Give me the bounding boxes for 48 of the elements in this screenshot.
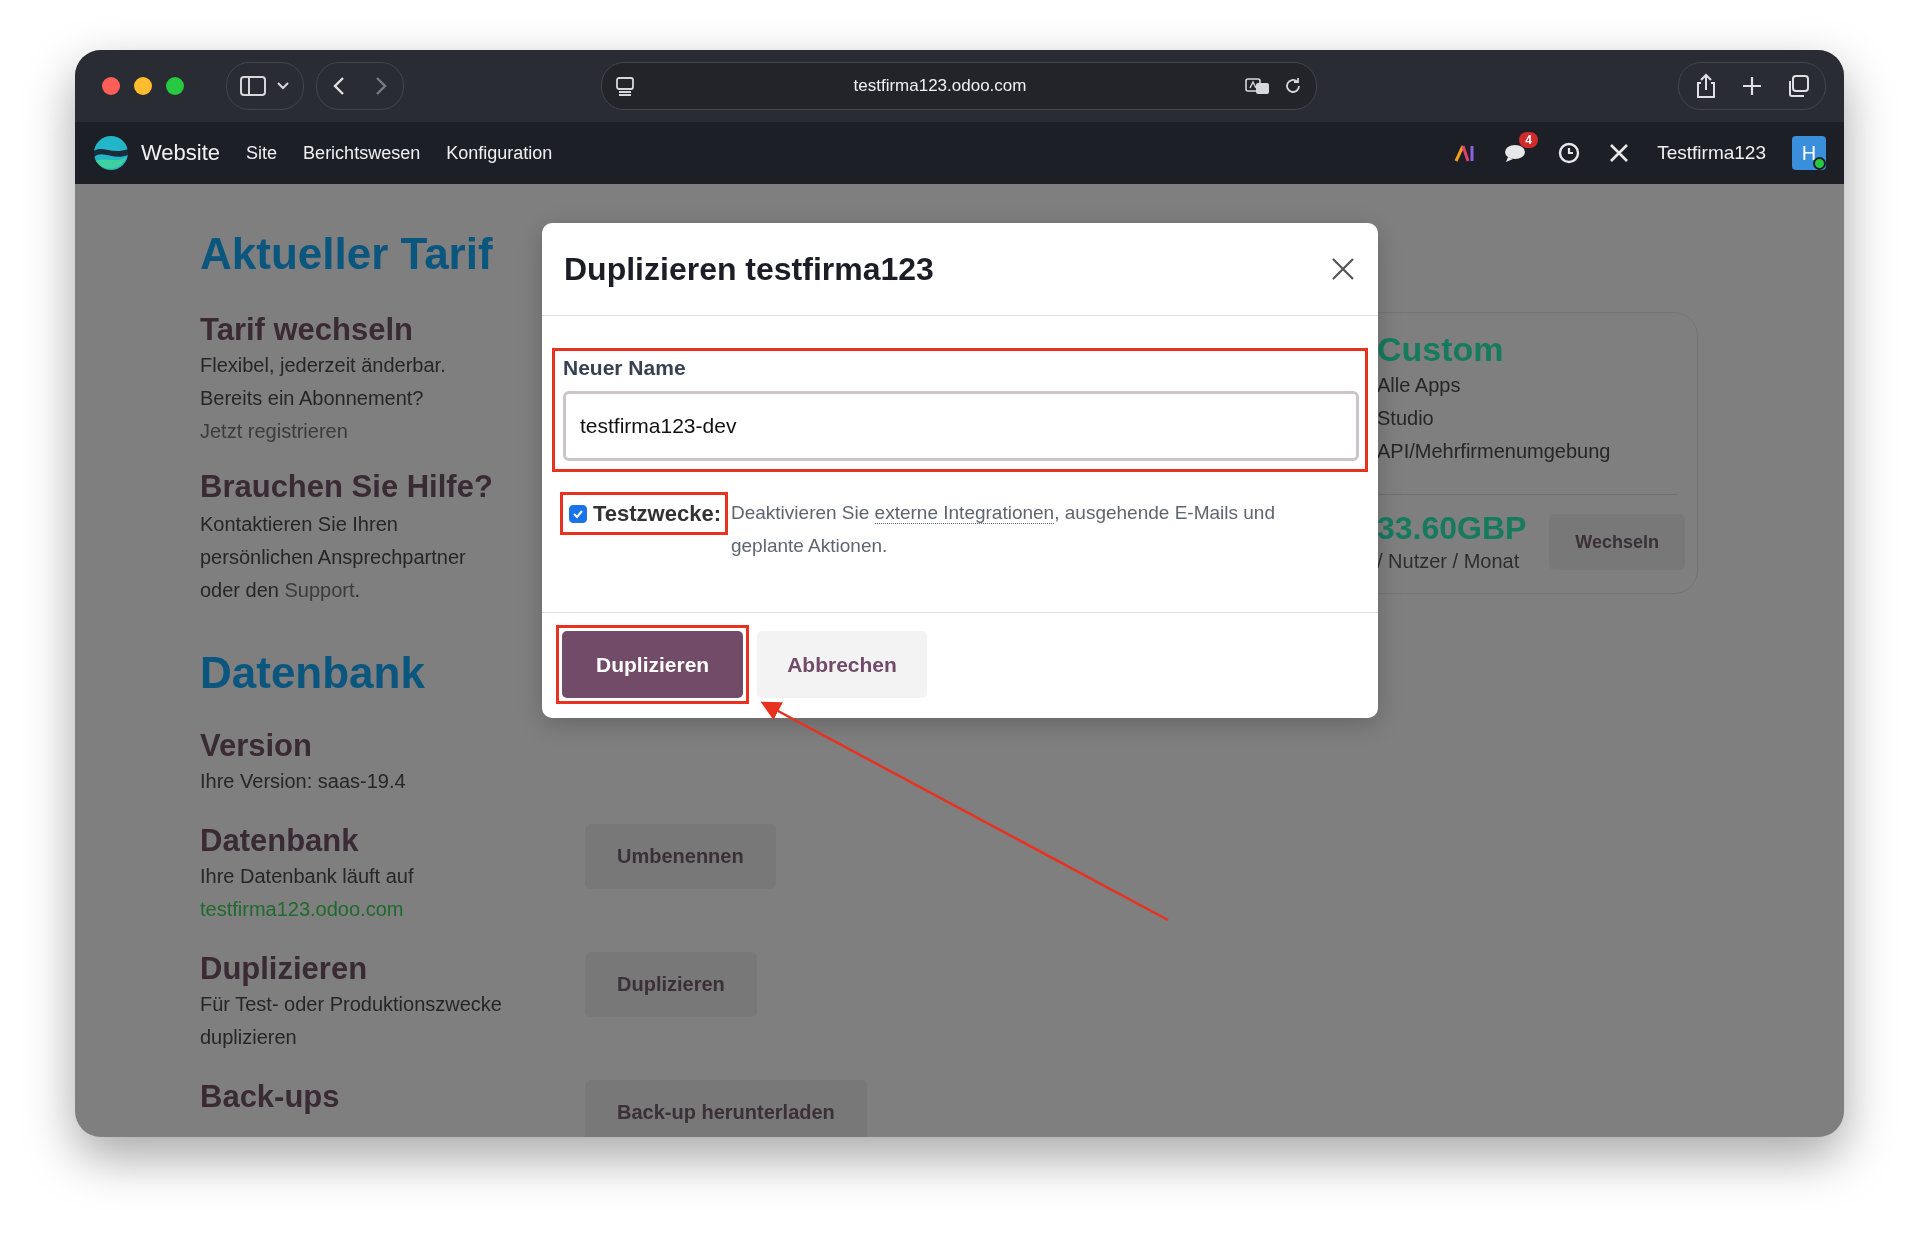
- test-checkbox[interactable]: [569, 504, 587, 523]
- translate-icon[interactable]: [1244, 75, 1272, 97]
- plan-feature: Studio: [1377, 406, 1434, 431]
- integrations-link[interactable]: externe Integrationen: [874, 502, 1055, 524]
- section-title: Aktueller Tarif: [200, 228, 493, 280]
- minimize-window-button[interactable]: [134, 77, 152, 95]
- section-heading: Version: [200, 727, 312, 765]
- close-window-button[interactable]: [102, 77, 120, 95]
- zoom-window-button[interactable]: [166, 77, 184, 95]
- body-text: Bereits ein Abonnement?: [200, 386, 424, 411]
- section-heading: Brauchen Sie Hilfe?: [200, 468, 493, 506]
- sidebar-button[interactable]: [226, 62, 304, 110]
- notification-badge: 4: [1519, 132, 1538, 148]
- menu-item[interactable]: Berichtswesen: [303, 142, 421, 164]
- page-menu-icon[interactable]: [614, 75, 636, 97]
- body-text: Ihre Version: saas-19.4: [200, 769, 406, 794]
- body-text: Für Test- oder Produktionszwecke duplizieren: [200, 992, 503, 1050]
- cancel-button[interactable]: Abbrechen: [757, 631, 927, 698]
- company-name[interactable]: Testfirma123: [1657, 142, 1766, 164]
- close-icon[interactable]: [1330, 256, 1356, 282]
- help-paragraph: Kontaktieren Sie Ihren persönlichen Ansprechpartner oder den Support.: [200, 512, 467, 603]
- address-text: testfirma123.odoo.com: [852, 76, 1028, 96]
- section-heading: Duplizieren: [200, 950, 368, 988]
- menu-item[interactable]: Site: [246, 142, 278, 164]
- user-avatar[interactable]: H: [1792, 136, 1826, 170]
- plan-price: 33.60GBP: [1377, 509, 1527, 547]
- description-text: Deaktivieren Sie externe Integrationen, ausgehende E-Mails und geplante Aktionen.: [731, 501, 1276, 558]
- field-label: Neuer Name: [563, 355, 687, 381]
- address-bar[interactable]: testfirma123.odoo.com: [601, 62, 1317, 110]
- menu-item[interactable]: Konfiguration: [446, 142, 553, 164]
- plan-name: Custom: [1377, 329, 1505, 369]
- section-title: Datenbank: [200, 647, 425, 699]
- body-text: Ihre Datenbank läuft auf: [200, 864, 414, 889]
- dialog-title: Duplizieren testfirma123: [564, 250, 934, 288]
- duplicate-button[interactable]: Duplizieren: [562, 631, 744, 698]
- sidebar-icon: [239, 74, 267, 98]
- body-text: Flexibel, jederzeit änderbar.: [200, 353, 446, 378]
- section-heading: Back-ups: [200, 1078, 340, 1116]
- app-name[interactable]: Website: [141, 140, 221, 166]
- name-input[interactable]: testfirma123-dev: [563, 391, 1359, 461]
- plan-feature: API/Mehrfirmenumgebung: [1377, 439, 1611, 464]
- section-heading: Tarif wechseln: [200, 311, 414, 349]
- checkbox-label[interactable]: Testzwecke:: [593, 497, 721, 530]
- plan-feature: Alle Apps: [1377, 373, 1461, 398]
- chevron-down-icon: [275, 80, 291, 92]
- clock-icon[interactable]: [1557, 141, 1582, 165]
- section-heading: Datenbank: [200, 822, 359, 860]
- app-logo-icon[interactable]: [93, 135, 129, 171]
